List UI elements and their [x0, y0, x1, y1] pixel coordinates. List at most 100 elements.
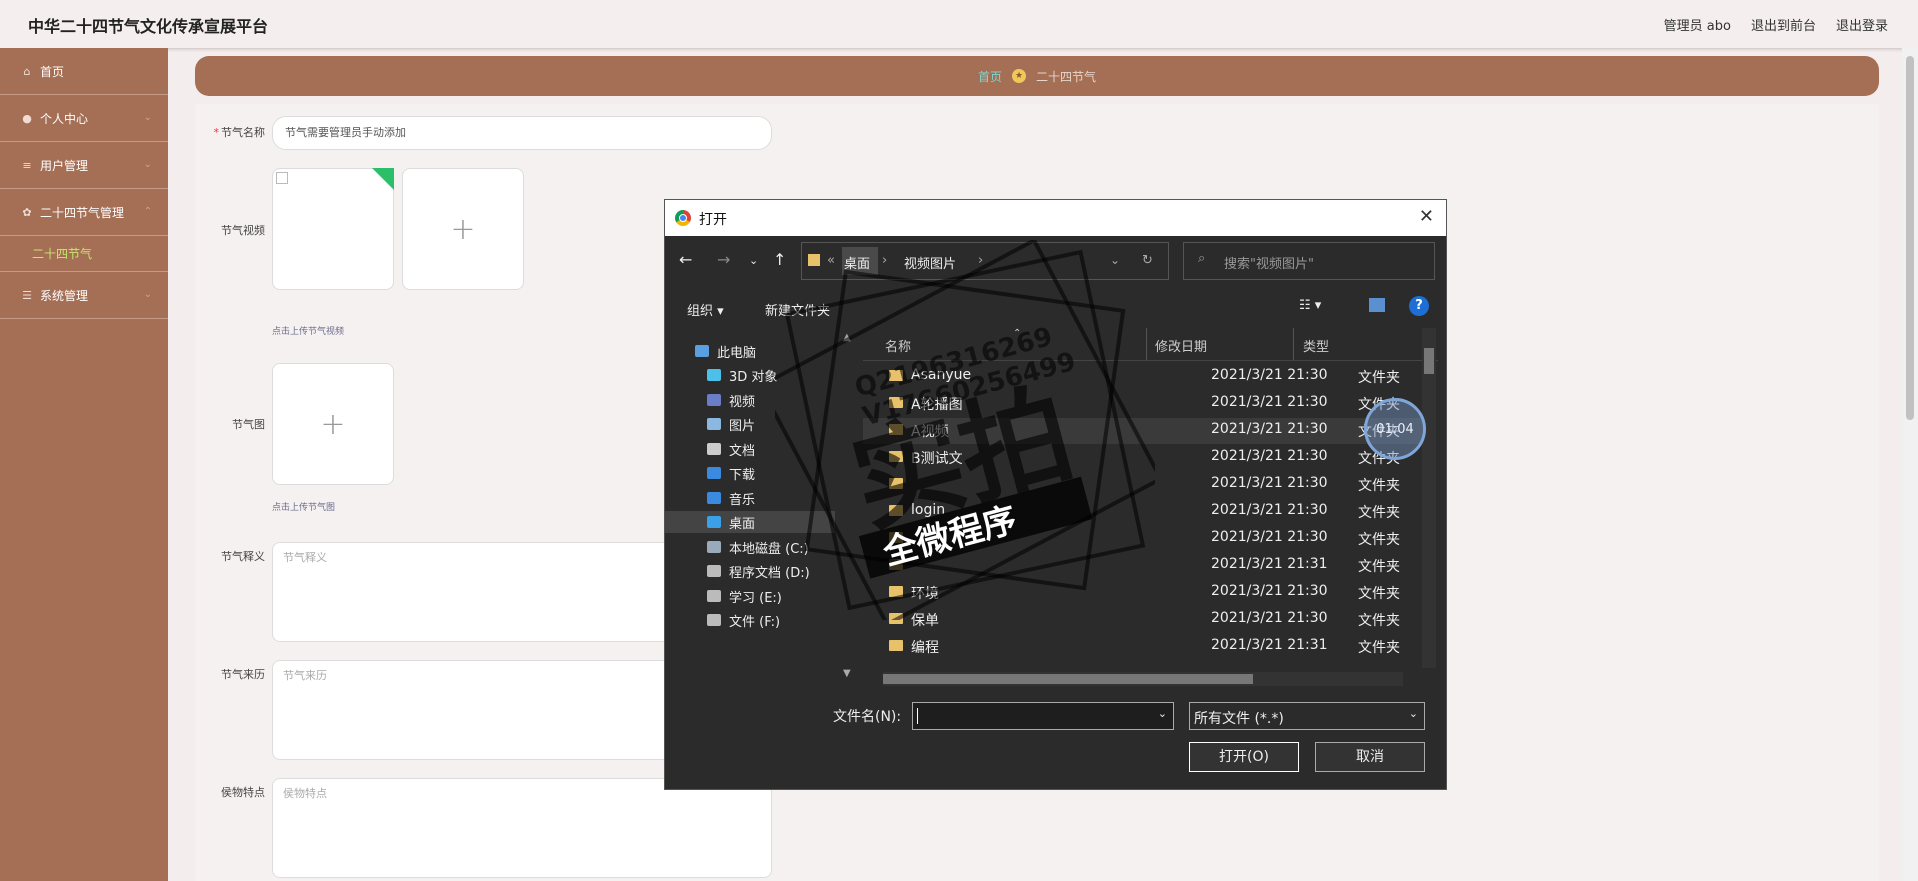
- file-date: 2021/3/21 21:30: [1211, 529, 1328, 545]
- file-name: A视频: [911, 424, 949, 440]
- refresh-icon[interactable]: ↻: [1142, 253, 1153, 268]
- new-folder-button[interactable]: 新建文件夹: [765, 300, 830, 319]
- logout-link[interactable]: 退出登录: [1836, 15, 1888, 34]
- sort-up-icon: ⌃: [1013, 328, 1022, 339]
- tree-item-desktop[interactable]: 桌面: [665, 511, 835, 533]
- organize-button[interactable]: 组织 ▾: [687, 300, 724, 319]
- sidebar-subitem-solar-terms[interactable]: 二十四节气: [0, 236, 168, 272]
- document-icon: [707, 443, 721, 455]
- film-icon: [707, 394, 721, 406]
- tree-item-pictures[interactable]: 图片: [707, 413, 755, 435]
- address-dropdown-icon[interactable]: ⌄: [1110, 253, 1120, 267]
- file-type-select[interactable]: 所有文件 (*.*) ⌄: [1189, 702, 1425, 730]
- file-list-hscrollbar[interactable]: [883, 672, 1403, 686]
- drive-icon: [707, 590, 721, 602]
- tree-item-drive-e[interactable]: 学习 (E:): [707, 585, 782, 607]
- sidebar-item-solar-terms[interactable]: ✿ 二十四节气管理 ⌃: [0, 189, 168, 236]
- back-to-front-link[interactable]: 退出到前台: [1751, 15, 1816, 34]
- tree-scroll-up-icon[interactable]: ▲: [843, 332, 851, 343]
- sidebar-item-home[interactable]: ⌂ 首页: [0, 48, 168, 95]
- file-row[interactable]: B测试文 2021/3/21 21:30 文件夹: [863, 445, 1423, 471]
- chevron-down-icon: ⌄: [143, 112, 152, 123]
- tree-item-documents[interactable]: 文档: [707, 438, 755, 460]
- open-button[interactable]: 打开(O): [1189, 742, 1299, 772]
- dialog-titlebar: 打开 ✕: [665, 200, 1446, 236]
- file-name: A轮播图: [911, 397, 963, 413]
- drive-icon: [707, 541, 721, 553]
- breadcrumb-home[interactable]: 首页: [978, 68, 1002, 85]
- top-bar: 中华二十四节气文化传承宣展平台 管理员 abo 退出到前台 退出登录: [0, 0, 1918, 49]
- sidebar-item-label: 个人中心: [40, 111, 89, 126]
- video-upload-button[interactable]: +: [402, 168, 524, 290]
- tree-item-drive-d[interactable]: 程序文档 (D:): [707, 560, 810, 582]
- tree-item-this-pc[interactable]: 此电脑: [695, 340, 756, 362]
- tree-item-3d[interactable]: 3D 对象: [707, 364, 777, 386]
- path-segment-desktop[interactable]: 桌面: [844, 253, 870, 272]
- tree-scroll-down-icon[interactable]: ▼: [843, 668, 851, 679]
- close-icon[interactable]: ✕: [1419, 206, 1434, 227]
- path-separator-icon: ›: [978, 253, 984, 268]
- back-arrow-icon[interactable]: ←: [679, 250, 692, 269]
- file-date: 2021/3/21 21:30: [1211, 502, 1328, 518]
- video-tip: 点击上传节气视频: [272, 327, 345, 337]
- file-row[interactable]: 编程 2021/3/21 21:31 文件夹: [863, 634, 1423, 660]
- tree-item-music[interactable]: 音乐: [707, 487, 755, 509]
- file-row[interactable]: A视频 2021/3/21 21:30 文件夹: [863, 418, 1423, 444]
- tree-item-downloads[interactable]: 下载: [707, 462, 755, 484]
- file-type: 文件夹: [1358, 586, 1400, 602]
- tree-item-video[interactable]: 视频: [707, 389, 755, 411]
- sidebar-item-personal[interactable]: ● 个人中心 ⌄: [0, 95, 168, 142]
- sidebar: ⌂ 首页 ● 个人中心 ⌄ ≡ 用户管理 ⌄ ✿ 二十四节气管理 ⌃ 二十四节气…: [0, 48, 168, 881]
- scroll-thumb[interactable]: [1906, 56, 1914, 420]
- file-row[interactable]: 2021/3/21 21:30 文件夹: [863, 526, 1423, 552]
- hscroll-thumb[interactable]: [883, 674, 1253, 684]
- path-segment-folder[interactable]: 视频图片: [904, 253, 956, 272]
- file-row[interactable]: login 2021/3/21 21:30 文件夹: [863, 499, 1423, 525]
- column-name[interactable]: 名称: [885, 336, 911, 355]
- file-row[interactable]: 2021/3/21 21:30 文件夹: [863, 472, 1423, 498]
- image-upload-button[interactable]: +: [272, 363, 394, 485]
- column-type[interactable]: 类型: [1303, 336, 1329, 355]
- search-box[interactable]: ⌕ 搜索"视频图片": [1183, 242, 1435, 280]
- up-arrow-icon[interactable]: ↑: [773, 250, 786, 269]
- user-icon: ●: [22, 111, 32, 125]
- file-list-scrollbar[interactable]: [1422, 328, 1436, 668]
- column-date[interactable]: 修改日期: [1155, 336, 1207, 355]
- custom-label: 侯物特点: [221, 786, 265, 799]
- search-icon: ⌕: [1198, 251, 1206, 266]
- home-icon: ⌂: [23, 64, 31, 78]
- video-preview[interactable]: [272, 168, 394, 290]
- file-row[interactable]: 2021/3/21 21:31 文件夹: [863, 553, 1423, 579]
- breadcrumb-current: 二十四节气: [1036, 69, 1097, 84]
- filename-input[interactable]: ⌄: [912, 702, 1174, 730]
- sidebar-item-users[interactable]: ≡ 用户管理 ⌄: [0, 142, 168, 189]
- forward-arrow-icon[interactable]: →: [717, 250, 730, 269]
- view-mode-icon[interactable]: ☷ ▾: [1299, 298, 1321, 313]
- custom-textarea[interactable]: 侯物特点: [272, 778, 772, 878]
- page-scrollbar[interactable]: [1902, 48, 1918, 881]
- tree-item-drive-f[interactable]: 文件 (F:): [707, 609, 780, 631]
- sidebar-item-system[interactable]: ☰ 系统管理 ⌄: [0, 272, 168, 319]
- chevron-down-icon: ⌄: [1157, 707, 1167, 720]
- file-type: 文件夹: [1358, 505, 1400, 521]
- file-date: 2021/3/21 21:30: [1211, 448, 1328, 464]
- tree-item-drive-c[interactable]: 本地磁盘 (C:): [707, 536, 809, 558]
- file-row[interactable]: Asanyue 2021/3/21 21:30 文件夹: [863, 364, 1423, 390]
- check-icon: [372, 168, 394, 190]
- scroll-thumb[interactable]: [1424, 348, 1434, 374]
- recent-dropdown-icon[interactable]: ⌄: [749, 254, 758, 267]
- admin-user-link[interactable]: 管理员 abo: [1664, 15, 1731, 34]
- preview-pane-icon[interactable]: [1369, 298, 1385, 312]
- cube-icon: [707, 369, 721, 381]
- file-row[interactable]: 保单 2021/3/21 21:30 文件夹: [863, 607, 1423, 633]
- file-type: 文件夹: [1358, 370, 1400, 386]
- help-icon[interactable]: ?: [1409, 296, 1429, 316]
- file-row[interactable]: 环境 2021/3/21 21:30 文件夹: [863, 580, 1423, 606]
- folder-icon: [889, 397, 903, 408]
- file-type: 文件夹: [1358, 478, 1400, 494]
- file-row[interactable]: A轮播图 2021/3/21 21:30 文件夹: [863, 391, 1423, 417]
- address-bar[interactable]: « 桌面 › 视频图片 › ⌄ ↻: [801, 242, 1169, 280]
- cancel-button[interactable]: 取消: [1315, 742, 1425, 772]
- dialog-footer: 文件名(N): ⌄ 所有文件 (*.*) ⌄ 打开(O) 取消: [665, 690, 1446, 789]
- name-input[interactable]: 节气需要管理员手动添加: [272, 116, 772, 150]
